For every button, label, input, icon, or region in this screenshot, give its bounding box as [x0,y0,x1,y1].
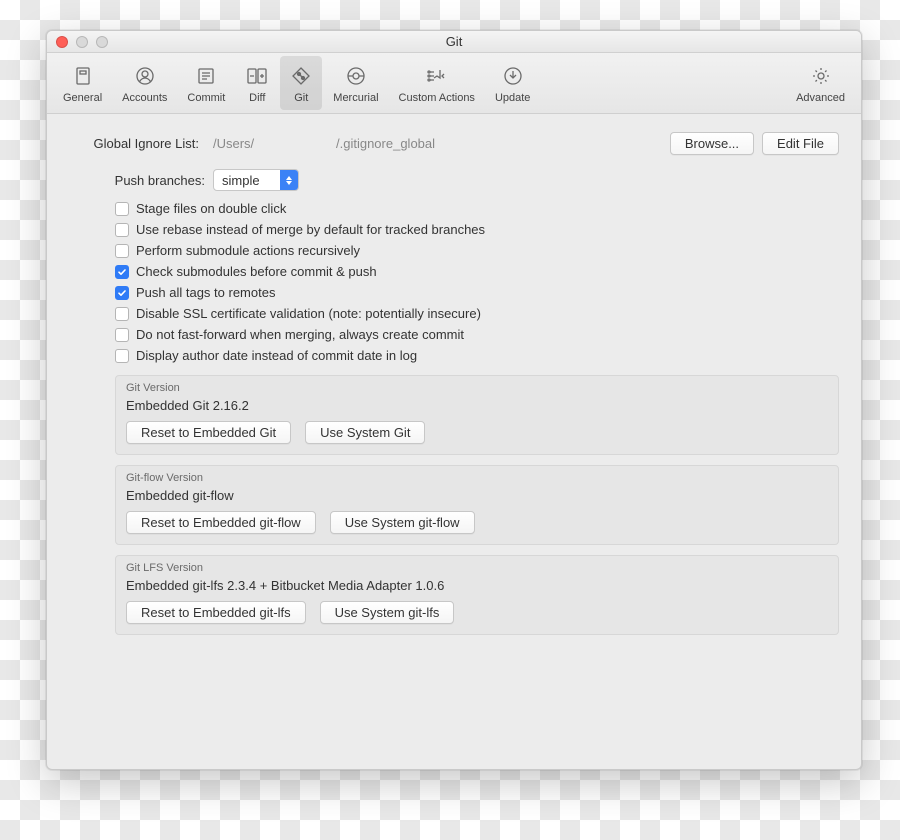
checkbox-7[interactable]: Display author date instead of commit da… [115,348,839,363]
gear-icon [809,64,833,88]
mercurial-icon [344,64,368,88]
zoom-window-button[interactable] [96,36,108,48]
tab-commit[interactable]: Commit [178,56,234,110]
diff-icon [245,64,269,88]
edit-file-button[interactable]: Edit File [762,132,839,155]
checkbox-4[interactable]: Push all tags to remotes [115,285,839,300]
titlebar: Git [47,31,861,53]
group-status: Embedded git-lfs 2.3.4 + Bitbucket Media… [116,576,838,601]
traffic-lights [56,36,108,48]
checkbox-box[interactable] [115,307,129,321]
window-title: Git [446,34,463,49]
minimize-window-button[interactable] [76,36,88,48]
tab-diff[interactable]: Diff [236,56,278,110]
checkbox-box[interactable] [115,223,129,237]
checkbox-box[interactable] [115,244,129,258]
push-branches-select[interactable]: simple [213,169,299,191]
checkbox-box[interactable] [115,202,129,216]
group-status: Embedded Git 2.16.2 [116,396,838,421]
browse-button[interactable]: Browse... [670,132,754,155]
reset-button[interactable]: Reset to Embedded git-lfs [126,601,306,624]
version-group-0: Git VersionEmbedded Git 2.16.2Reset to E… [115,375,839,455]
accounts-icon [133,64,157,88]
version-group-2: Git LFS VersionEmbedded git-lfs 2.3.4 + … [115,555,839,635]
push-branches-label: Push branches: [101,173,205,188]
content-area: Global Ignore List: /Users/ /.gitignore_… [47,114,861,769]
tab-custom-actions[interactable]: Custom Actions [390,56,484,110]
tab-update[interactable]: Update [486,56,539,110]
group-title: Git LFS Version [116,556,838,576]
checkbox-label: Check submodules before commit & push [136,264,377,279]
tab-advanced[interactable]: Advanced [787,56,854,110]
checkbox-label: Use rebase instead of merge by default f… [136,222,485,237]
preferences-toolbar: General Accounts Commit Diff Git [47,53,861,114]
tab-mercurial[interactable]: Mercurial [324,56,387,110]
general-icon [71,64,95,88]
checkbox-label: Disable SSL certificate validation (note… [136,306,481,321]
tab-accounts[interactable]: Accounts [113,56,176,110]
git-icon [289,64,313,88]
group-status: Embedded git-flow [116,486,838,511]
checkbox-0[interactable]: Stage files on double click [115,201,839,216]
checkbox-box[interactable] [115,265,129,279]
checkbox-6[interactable]: Do not fast-forward when merging, always… [115,327,839,342]
commit-icon [194,64,218,88]
preferences-window: Git General Accounts Commit Diff [46,30,862,770]
ignore-path-suffix: /.gitignore_global [336,136,662,151]
use-system-button[interactable]: Use System git-lfs [320,601,455,624]
checkbox-label: Display author date instead of commit da… [136,348,417,363]
version-group-1: Git-flow VersionEmbedded git-flowReset t… [115,465,839,545]
checkbox-box[interactable] [115,328,129,342]
update-icon [501,64,525,88]
global-ignore-label: Global Ignore List: [69,136,199,151]
use-system-button[interactable]: Use System git-flow [330,511,475,534]
checkbox-1[interactable]: Use rebase instead of merge by default f… [115,222,839,237]
checkbox-label: Perform submodule actions recursively [136,243,360,258]
group-title: Git-flow Version [116,466,838,486]
checkbox-label: Do not fast-forward when merging, always… [136,327,464,342]
checkbox-box[interactable] [115,349,129,363]
reset-button[interactable]: Reset to Embedded git-flow [126,511,316,534]
custom-actions-icon [425,64,449,88]
checkbox-5[interactable]: Disable SSL certificate validation (note… [115,306,839,321]
global-ignore-row: Global Ignore List: /Users/ /.gitignore_… [69,132,839,155]
push-branches-value: simple [222,173,280,188]
ignore-path-prefix: /Users/ [213,136,268,151]
checkbox-3[interactable]: Check submodules before commit & push [115,264,839,279]
push-branches-row: Push branches: simple [101,169,839,191]
checkbox-box[interactable] [115,286,129,300]
use-system-button[interactable]: Use System Git [305,421,425,444]
checkbox-label: Push all tags to remotes [136,285,275,300]
tab-general[interactable]: General [54,56,111,110]
group-title: Git Version [116,376,838,396]
select-stepper-icon [280,170,298,190]
close-window-button[interactable] [56,36,68,48]
checkbox-label: Stage files on double click [136,201,286,216]
tab-git[interactable]: Git [280,56,322,110]
checkbox-2[interactable]: Perform submodule actions recursively [115,243,839,258]
checkbox-list: Stage files on double click Use rebase in… [115,201,839,363]
reset-button[interactable]: Reset to Embedded Git [126,421,291,444]
